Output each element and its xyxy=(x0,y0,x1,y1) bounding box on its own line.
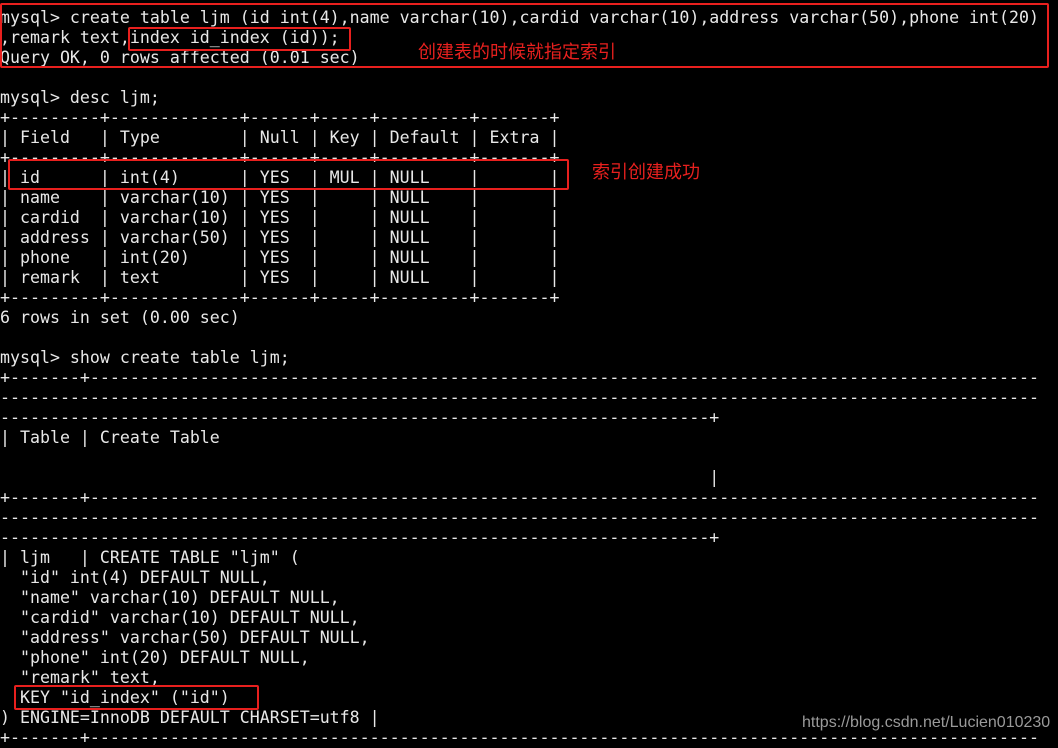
watermark: https://blog.csdn.net/Lucien010230 xyxy=(802,714,1051,731)
terminal-line: | xyxy=(0,468,720,487)
terminal-line: | Field | Type | Null | Key | Default | … xyxy=(0,128,560,147)
annotation-success-note: 索引创建成功 xyxy=(592,162,700,183)
terminal-line: "id" int(4) DEFAULT NULL, xyxy=(0,568,270,587)
terminal-line: "phone" int(20) DEFAULT NULL, xyxy=(0,648,310,667)
terminal-line: | cardid | varchar(10) | YES | | NULL | … xyxy=(0,208,560,227)
terminal-line: ----------------------------------------… xyxy=(0,408,720,427)
terminal-line: mysql> desc ljm; xyxy=(0,88,160,107)
terminal-line: +---------+-------------+------+-----+--… xyxy=(0,288,560,307)
terminal-line: "address" varchar(50) DEFAULT NULL, xyxy=(0,628,370,647)
terminal-line: ----------------------------------------… xyxy=(0,388,1039,407)
terminal-line: +-------+-------------------------------… xyxy=(0,368,1039,387)
terminal-line: | name | varchar(10) | YES | | NULL | | xyxy=(0,188,560,207)
terminal-line: | remark | text | YES | | NULL | | xyxy=(0,268,560,287)
annotation-create-note: 创建表的时候就指定索引 xyxy=(418,42,616,63)
terminal-line: 6 rows in set (0.00 sec) xyxy=(0,308,240,327)
terminal-line: | Table | Create Table xyxy=(0,428,220,447)
highlight-id-row xyxy=(8,159,569,190)
highlight-index-clause xyxy=(128,27,351,51)
terminal-line: | ljm | CREATE TABLE "ljm" ( xyxy=(0,548,300,567)
terminal-line: mysql> show create table ljm; xyxy=(0,348,290,367)
terminal-line: ----------------------------------------… xyxy=(0,508,1039,527)
highlight-key-line xyxy=(14,685,259,710)
terminal-output: mysql> create table ljm (id int(4),name … xyxy=(0,8,1058,748)
terminal-line: | phone | int(20) | YES | | NULL | | xyxy=(0,248,560,267)
terminal-line: "name" varchar(10) DEFAULT NULL, xyxy=(0,588,340,607)
terminal-line: +---------+-------------+------+-----+--… xyxy=(0,108,560,127)
terminal-line: ----------------------------------------… xyxy=(0,528,720,547)
terminal-line: +-------+-------------------------------… xyxy=(0,488,1039,507)
terminal-line: | address | varchar(50) | YES | | NULL |… xyxy=(0,228,560,247)
terminal-line: "cardid" varchar(10) DEFAULT NULL, xyxy=(0,608,360,627)
